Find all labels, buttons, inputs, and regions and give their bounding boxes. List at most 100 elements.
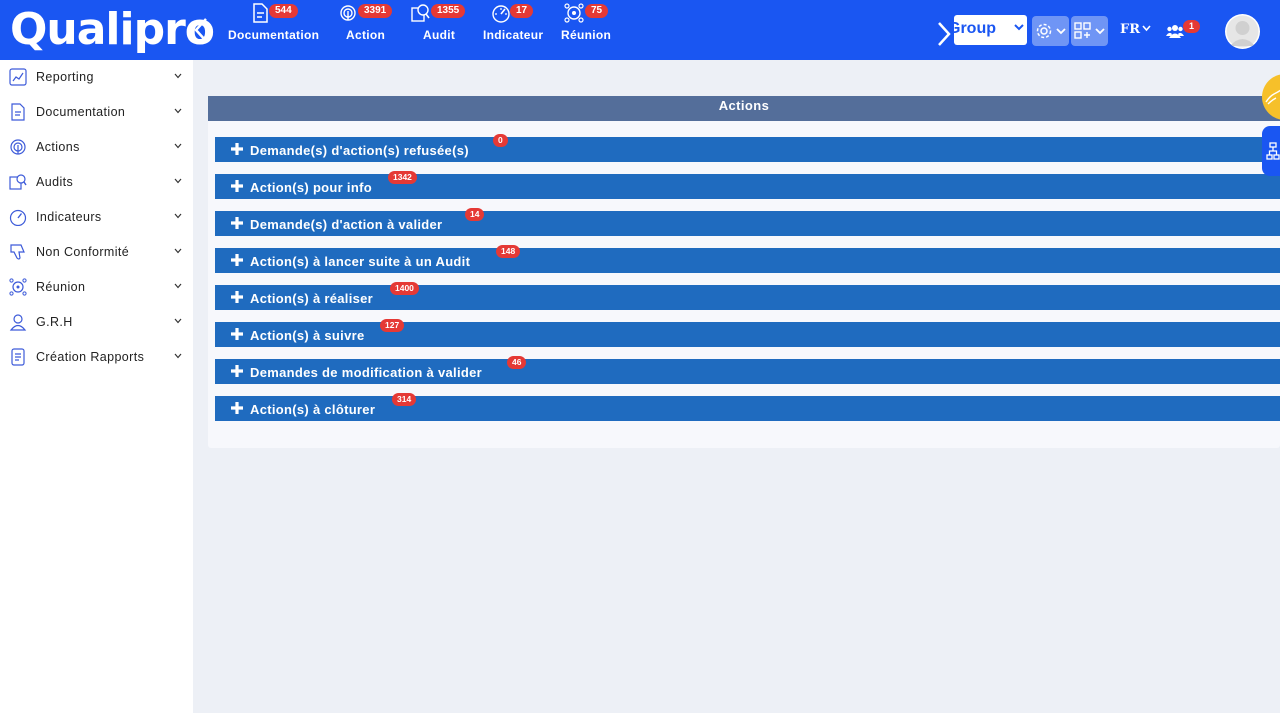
fingerprint-icon <box>340 5 356 21</box>
users-icon[interactable] <box>1166 24 1184 38</box>
row-label: Demande(s) d'action(s) refusée(s) <box>250 143 469 158</box>
group-select-value: Group <box>954 20 996 37</box>
plus-icon <box>231 254 243 266</box>
sidebar-item-reporting[interactable]: Reporting <box>0 60 193 95</box>
settings-menu-button[interactable] <box>1032 16 1069 46</box>
chevron-right-icon[interactable] <box>934 20 954 48</box>
module-action[interactable]: 3391 Action <box>338 0 398 60</box>
hand-icon <box>1265 89 1280 105</box>
plus-icon <box>231 328 243 340</box>
module-indicateur[interactable]: 17 Indicateur <box>483 0 553 60</box>
row-label: Action(s) à réaliser <box>250 291 374 306</box>
row-label: Action(s) à suivre <box>250 328 365 343</box>
user-avatar-icon <box>1226 15 1259 48</box>
sidebar-item-label: Indicateurs <box>36 210 102 224</box>
accordion-row-actions-to-close[interactable]: Action(s) à clôturer 314 <box>215 393 1280 421</box>
row-label: Action(s) pour info <box>250 180 372 195</box>
module-badge: 544 <box>269 4 298 18</box>
plus-icon <box>231 291 243 303</box>
document-icon <box>253 3 268 23</box>
floating-tools-button[interactable] <box>1262 126 1280 176</box>
sidebar-item-label: Non Conformité <box>36 245 130 259</box>
chevron-down-icon <box>174 73 182 79</box>
accordion-row-actions-info[interactable]: Action(s) pour info 1342 <box>215 171 1280 199</box>
accordion-row-audit-actions[interactable]: Action(s) à lancer suite à un Audit 148 <box>215 245 1280 273</box>
report-icon <box>11 348 25 366</box>
module-label: Indicateur <box>483 28 544 42</box>
panel-title: Actions <box>208 96 1280 121</box>
module-label: Audit <box>423 28 456 42</box>
gauge-icon <box>9 209 27 226</box>
user-icon <box>9 314 27 331</box>
row-label: Action(s) à clôturer <box>250 402 376 417</box>
chevron-left-icon[interactable] <box>191 16 211 44</box>
sidebar-item-label: Création Rapports <box>36 350 145 364</box>
gear-icon <box>1036 23 1052 39</box>
module-badge: 75 <box>585 4 609 18</box>
module-badge: 1355 <box>431 4 466 18</box>
sidebar-item-reunion[interactable]: Réunion <box>0 270 193 305</box>
sidebar-item-actions[interactable]: Actions <box>0 130 193 165</box>
top-bar: Qualipro 544 Documentation 3391 Action 1… <box>0 0 1280 60</box>
document-icon <box>11 103 25 121</box>
chevron-down-icon <box>174 283 182 289</box>
sidebar-item-audits[interactable]: Audits <box>0 165 193 200</box>
fingerprint-icon <box>10 139 26 155</box>
sidebar-item-creation-rapports[interactable]: Création Rapports <box>0 340 193 375</box>
module-label: Réunion <box>561 28 612 42</box>
chevron-down-icon <box>1095 28 1105 35</box>
sidebar-item-label: Reporting <box>36 70 94 84</box>
row-badge: 1400 <box>390 282 419 295</box>
sidebar-item-grh[interactable]: G.R.H <box>0 305 193 340</box>
users-badge: 1 <box>1183 20 1201 33</box>
row-badge: 148 <box>496 245 521 258</box>
module-audit[interactable]: 1355 Audit <box>410 0 470 60</box>
app-logo[interactable]: Qualipro <box>10 4 215 55</box>
accordion-row-refused-requests[interactable]: Demande(s) d'action(s) refusée(s) 0 <box>215 134 1280 162</box>
sidebar-item-label: Réunion <box>36 280 86 294</box>
row-label: Action(s) à lancer suite à un Audit <box>250 254 471 269</box>
sidebar: Reporting Documentation Actions Audits I… <box>0 60 193 713</box>
accordion-row-actions-to-do[interactable]: Action(s) à réaliser 1400 <box>215 282 1280 310</box>
chevron-down-icon <box>1142 25 1151 32</box>
gauge-icon <box>492 5 510 23</box>
actions-panel: Actions Demande(s) d'action(s) refusée(s… <box>208 96 1280 448</box>
meeting-icon <box>9 278 27 296</box>
chevron-down-icon <box>174 143 182 149</box>
plus-icon <box>231 365 243 377</box>
row-badge: 0 <box>493 134 508 147</box>
accordion-row-modification-requests[interactable]: Demandes de modification à valider 46 <box>215 356 1280 384</box>
row-badge: 14 <box>465 208 485 221</box>
sitemap-icon <box>1266 142 1280 160</box>
row-badge: 127 <box>380 319 405 332</box>
sidebar-item-label: Documentation <box>36 105 126 119</box>
language-selector[interactable]: FR <box>1120 22 1140 37</box>
sidebar-item-documentation[interactable]: Documentation <box>0 95 193 130</box>
sidebar-item-label: G.R.H <box>36 315 73 329</box>
apps-menu-button[interactable] <box>1071 16 1108 46</box>
sidebar-item-indicateurs[interactable]: Indicateurs <box>0 200 193 235</box>
chart-icon <box>9 68 27 86</box>
module-badge: 3391 <box>358 4 393 18</box>
accordion-row-requests-to-validate[interactable]: Demande(s) d'action à valider 14 <box>215 208 1280 236</box>
chevron-down-icon <box>174 318 182 324</box>
row-label: Demandes de modification à valider <box>250 365 482 380</box>
chevron-down-icon <box>174 108 182 114</box>
module-documentation[interactable]: 544 Documentation <box>228 0 328 60</box>
plus-icon <box>231 143 243 155</box>
row-badge: 314 <box>392 393 417 406</box>
group-select[interactable]: Group <box>954 15 1027 45</box>
sidebar-item-label: Audits <box>36 175 74 189</box>
module-reunion[interactable]: 75 Réunion <box>561 0 621 60</box>
plus-icon <box>231 402 243 414</box>
sidebar-item-label: Actions <box>36 140 80 154</box>
chevron-down-icon <box>174 178 182 184</box>
avatar[interactable] <box>1225 14 1260 49</box>
module-label: Documentation <box>228 28 320 42</box>
row-label: Demande(s) d'action à valider <box>250 217 443 232</box>
accordion-row-actions-to-follow[interactable]: Action(s) à suivre 127 <box>215 319 1280 347</box>
row-badge: 1342 <box>388 171 417 184</box>
meeting-icon <box>564 3 584 23</box>
chevron-down-icon <box>1056 28 1066 35</box>
sidebar-item-non-conformite[interactable]: Non Conformité <box>0 235 193 270</box>
